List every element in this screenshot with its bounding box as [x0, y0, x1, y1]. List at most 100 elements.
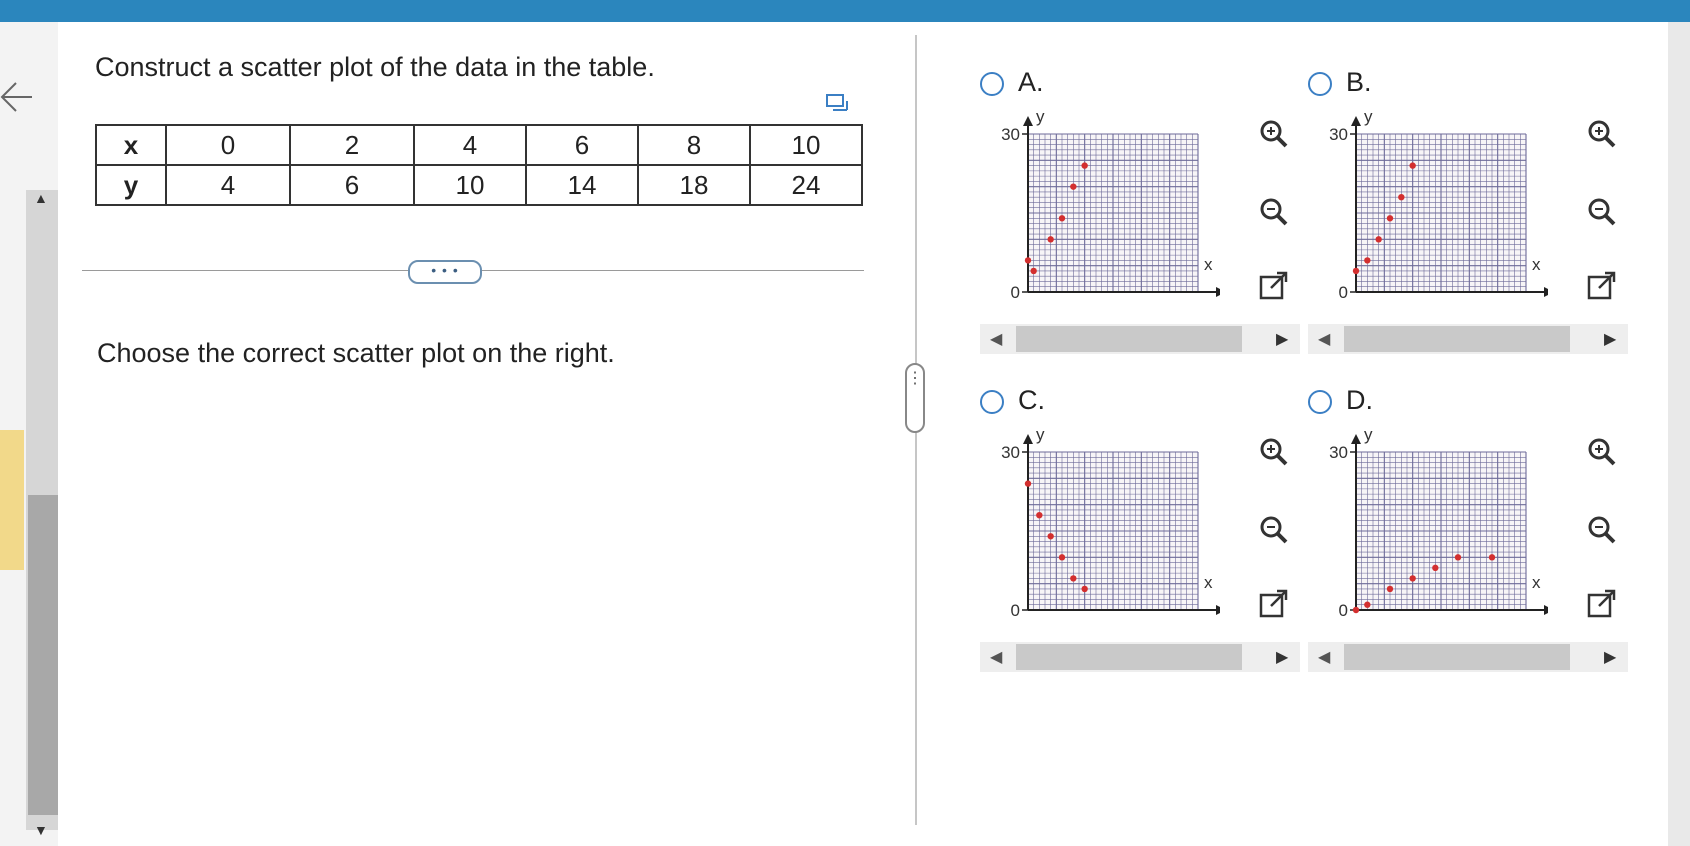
y-axis-label: y [1036, 107, 1045, 126]
table-cell: 4 [165, 164, 291, 206]
table-cell: 6 [289, 164, 415, 206]
back-arrow-icon[interactable] [0, 80, 34, 114]
hscroll-thumb[interactable] [1344, 644, 1570, 670]
scroll-left-icon[interactable]: ◀ [1318, 329, 1330, 349]
data-point [1058, 215, 1066, 222]
table-icon[interactable] [825, 93, 849, 115]
table-cell: 18 [637, 164, 751, 206]
data-point [1036, 512, 1043, 519]
origin-tick-label: 0 [1011, 283, 1020, 302]
zoom-out-icon[interactable] [1586, 196, 1618, 228]
scrollbar-thumb[interactable] [28, 495, 58, 815]
data-point [1375, 236, 1382, 243]
data-point [1047, 533, 1054, 540]
zoom-out-icon[interactable] [1586, 514, 1618, 546]
data-point [1432, 564, 1439, 572]
scroll-left-icon[interactable]: ◀ [990, 329, 1002, 349]
scroll-right-icon[interactable]: ▶ [1604, 329, 1616, 349]
option-a-radio[interactable] [980, 72, 1004, 96]
option-d-radio[interactable] [1308, 390, 1332, 414]
option-c-radio[interactable] [980, 390, 1004, 414]
y-max-tick-label: 30 [1329, 443, 1348, 462]
option-b-label: B. [1346, 67, 1372, 97]
y-max-tick-label: 30 [1001, 125, 1020, 144]
scroll-left-icon[interactable]: ◀ [990, 647, 1002, 667]
y-axis-arrow [1023, 116, 1033, 126]
instruction-text: Choose the correct scatter plot on the r… [97, 338, 615, 368]
zoom-in-icon[interactable] [1258, 436, 1290, 468]
y-axis-arrow [1023, 434, 1033, 444]
popout-icon[interactable] [1586, 588, 1618, 620]
option-d: D. 30 0 y x ◀ ▶ [1308, 385, 1638, 686]
data-point [1047, 236, 1054, 243]
option-a: A. 30 0 y x ◀ ▶ [980, 67, 1310, 368]
table-cell: 4 [413, 124, 527, 166]
option-c: C. 30 0 y x ◀ ▶ [980, 385, 1310, 686]
data-point [1386, 585, 1394, 593]
option-c-label: C. [1018, 385, 1045, 415]
data-point [1352, 267, 1360, 275]
hscroll-thumb[interactable] [1016, 326, 1242, 352]
data-point [1030, 267, 1037, 275]
table-cell: 10 [413, 164, 527, 206]
table-cell: 10 [749, 124, 863, 166]
option-d-hscrollbar[interactable]: ◀ ▶ [1308, 642, 1628, 672]
option-a-hscrollbar[interactable]: ◀ ▶ [980, 324, 1300, 354]
option-b-plot: 30 0 y x [1329, 107, 1548, 302]
table-cell: 2 [289, 124, 415, 166]
zoom-out-icon[interactable] [1258, 196, 1290, 228]
option-d-label: D. [1346, 385, 1373, 415]
expand-more-button[interactable]: • • • [408, 260, 482, 284]
option-d-plot: 30 0 y x [1329, 425, 1548, 620]
origin-tick-label: 0 [1339, 601, 1348, 620]
zoom-in-icon[interactable] [1586, 118, 1618, 150]
y-axis-label: y [1036, 425, 1045, 444]
table-cell: 8 [637, 124, 751, 166]
data-point [1081, 162, 1088, 169]
question-prompt: Construct a scatter plot of the data in … [95, 52, 655, 82]
data-point [1081, 585, 1088, 593]
y-axis-arrow [1351, 116, 1361, 126]
zoom-in-icon[interactable] [1586, 436, 1618, 468]
scroll-right-icon[interactable]: ▶ [1604, 647, 1616, 667]
table-cell: 0 [165, 124, 291, 166]
table-header-x: x [95, 124, 167, 166]
data-point [1409, 162, 1416, 169]
option-b-hscrollbar[interactable]: ◀ ▶ [1308, 324, 1628, 354]
scroll-right-icon[interactable]: ▶ [1276, 647, 1288, 667]
table-cell: 14 [525, 164, 639, 206]
scroll-left-icon[interactable]: ◀ [1318, 647, 1330, 667]
data-table: x 0 2 4 6 8 10 y 4 6 10 14 18 24 [95, 124, 863, 206]
hscroll-thumb[interactable] [1344, 326, 1570, 352]
x-axis-label: x [1204, 255, 1213, 274]
left-highlight [0, 430, 24, 570]
scroll-up-icon[interactable]: ▲ [34, 190, 48, 206]
right-edge [1668, 22, 1690, 846]
scroll-right-icon[interactable]: ▶ [1276, 329, 1288, 349]
zoom-in-icon[interactable] [1258, 118, 1290, 150]
pane-resize-handle[interactable]: ⋮ [905, 363, 925, 433]
y-axis-arrow [1351, 434, 1361, 444]
x-axis-label: x [1204, 573, 1213, 592]
y-axis-label: y [1364, 107, 1373, 126]
popout-icon[interactable] [1586, 270, 1618, 302]
popout-icon[interactable] [1258, 588, 1290, 620]
top-banner [0, 0, 1690, 22]
x-axis-arrow [1216, 287, 1220, 297]
popout-icon[interactable] [1258, 270, 1290, 302]
scroll-down-icon[interactable]: ▼ [34, 822, 48, 838]
x-axis-arrow [1544, 287, 1548, 297]
option-a-label: A. [1018, 67, 1044, 97]
data-point [1058, 554, 1066, 561]
option-b-radio[interactable] [1308, 72, 1332, 96]
table-cell: 24 [749, 164, 863, 206]
data-point [1364, 601, 1371, 608]
data-point [1352, 606, 1360, 614]
option-c-hscrollbar[interactable]: ◀ ▶ [980, 642, 1300, 672]
data-point [1070, 183, 1077, 190]
x-axis-label: x [1532, 573, 1541, 592]
hscroll-thumb[interactable] [1016, 644, 1242, 670]
zoom-out-icon[interactable] [1258, 514, 1290, 546]
table-row-y: y 4 6 10 14 18 24 [95, 164, 863, 206]
origin-tick-label: 0 [1339, 283, 1348, 302]
